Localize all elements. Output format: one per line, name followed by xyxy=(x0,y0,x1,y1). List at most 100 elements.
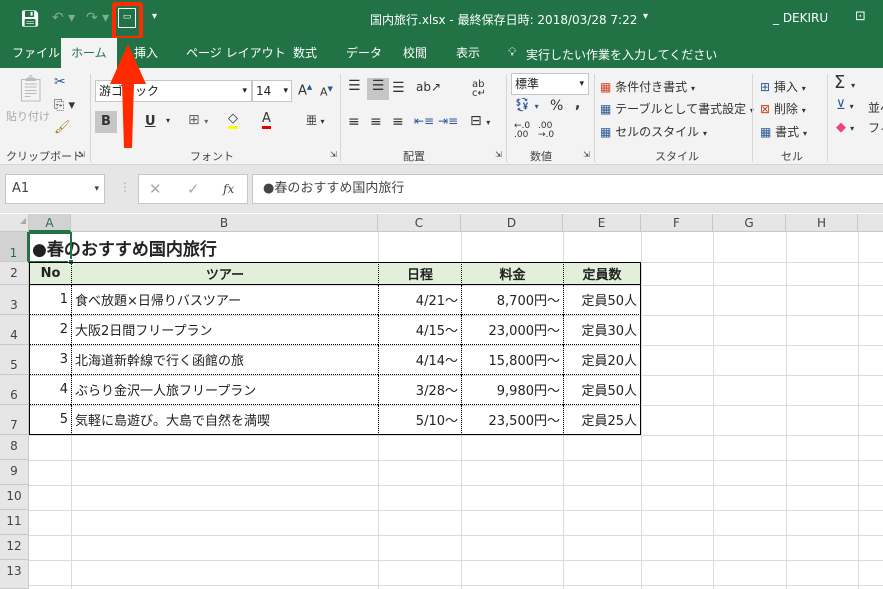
row-header-11[interactable]: 11 xyxy=(0,510,29,535)
column-header-a[interactable]: A xyxy=(29,214,71,232)
tab-data[interactable]: データ xyxy=(336,38,392,68)
tab-review[interactable]: 校閲 xyxy=(393,38,437,68)
paste-button[interactable]: 貼り付け xyxy=(6,108,50,124)
customize-qat-icon[interactable]: ▾ xyxy=(152,11,157,22)
table-cell[interactable]: 気軽に島遊び。大島で自然を満喫 xyxy=(71,405,378,435)
sort-filter-button[interactable]: 並べフィ xyxy=(868,98,883,138)
column-header-g[interactable]: G xyxy=(713,214,786,232)
column-header-next[interactable] xyxy=(858,214,883,232)
font-launcher-icon[interactable]: ⇲ xyxy=(330,150,337,159)
increase-indent-icon[interactable]: ⇥≡ xyxy=(438,114,458,128)
row-header-8[interactable]: 8 xyxy=(0,435,29,460)
row-header-1[interactable]: 1 xyxy=(0,232,29,262)
table-cell[interactable]: 定員50人 xyxy=(563,285,641,315)
tab-formulas[interactable]: 数式 xyxy=(283,38,327,68)
number-format-select[interactable]: 標準 ▾ xyxy=(511,73,589,95)
cut-icon[interactable]: ✂ xyxy=(54,74,66,90)
table-cell[interactable]: 9,980円～ xyxy=(461,375,563,405)
tab-view[interactable]: 表示 xyxy=(446,38,490,68)
copy-icon[interactable]: ⎘ ▾ xyxy=(54,98,75,113)
align-left-icon[interactable]: ≡ xyxy=(348,114,360,130)
underline-dropdown-icon[interactable]: ▾ xyxy=(166,116,170,125)
fill-color-icon[interactable]: ◇ xyxy=(228,111,238,129)
top-align-icon[interactable]: ☰ xyxy=(348,78,361,94)
save-icon[interactable]: 💾︎ xyxy=(20,9,40,28)
table-cell[interactable]: 定員25人 xyxy=(563,405,641,435)
decrease-decimal-icon[interactable]: .00 →.0 xyxy=(538,122,554,140)
number-launcher-icon[interactable]: ⇲ xyxy=(583,150,590,159)
table-cell[interactable]: 5/10～ xyxy=(378,405,461,435)
table-header-cell[interactable]: ツアー xyxy=(71,262,378,285)
table-cell[interactable]: 4/14～ xyxy=(378,345,461,375)
align-right-icon[interactable]: ≡ xyxy=(392,114,404,130)
table-cell[interactable]: 8,700円～ xyxy=(461,285,563,315)
column-header-c[interactable]: C xyxy=(378,214,461,232)
format-cells-button[interactable]: ▦ 書式 ▾ xyxy=(760,123,807,140)
increase-font-icon[interactable]: A▲ xyxy=(298,83,312,98)
insert-function-icon[interactable]: fx xyxy=(223,175,234,203)
percent-button[interactable]: % xyxy=(550,98,563,114)
table-cell[interactable]: 1 xyxy=(29,285,71,315)
format-painter-icon[interactable]: 🖌︎ xyxy=(54,120,71,135)
table-cell[interactable]: ぶらり金沢一人旅フリープラン xyxy=(71,375,378,405)
alignment-launcher-icon[interactable]: ⇲ xyxy=(495,150,502,159)
table-cell[interactable]: 定員30人 xyxy=(563,315,641,345)
table-cell[interactable]: 4/15～ xyxy=(378,315,461,345)
row-header-5[interactable]: 5 xyxy=(0,345,29,375)
row-header-13[interactable]: 13 xyxy=(0,560,29,589)
table-cell[interactable]: 2 xyxy=(29,315,71,345)
format-as-table-button[interactable]: ▦ テーブルとして書式設定 ▾ xyxy=(600,100,754,117)
table-cell[interactable]: 23,500円～ xyxy=(461,405,563,435)
active-cell-cursor[interactable] xyxy=(28,232,72,263)
name-box[interactable]: A1 ▾ xyxy=(5,174,105,204)
table-cell[interactable]: 5 xyxy=(29,405,71,435)
redo-icon[interactable]: ↷ ▾ xyxy=(86,10,109,26)
comma-button[interactable]: , xyxy=(575,96,580,112)
table-cell[interactable]: 3/28～ xyxy=(378,375,461,405)
merge-center-icon[interactable]: ⊟ ▾ xyxy=(470,113,490,129)
bottom-align-icon[interactable]: ☰ xyxy=(392,80,405,96)
table-header-cell[interactable]: 日程 xyxy=(378,262,461,285)
row-header-2[interactable]: 2 xyxy=(0,262,29,285)
formula-bar-grip-icon[interactable]: ⋮ xyxy=(119,180,131,194)
table-cell[interactable]: 定員20人 xyxy=(563,345,641,375)
cell-styles-button[interactable]: ▦ セルのスタイル ▾ xyxy=(600,123,707,140)
table-cell[interactable]: 23,000円～ xyxy=(461,315,563,345)
currency-icon[interactable]: 💱︎ ▾ xyxy=(514,98,539,113)
autosum-icon[interactable]: Σ ▾ xyxy=(834,72,855,93)
clipboard-launcher-icon[interactable]: ⇲ xyxy=(78,150,85,159)
borders-icon[interactable]: ⊞ ▾ xyxy=(188,112,208,128)
table-cell[interactable]: 食べ放題×日帰りバスツアー xyxy=(71,285,378,315)
row-header-12[interactable]: 12 xyxy=(0,535,29,560)
column-header-e[interactable]: E xyxy=(563,214,641,232)
align-center-icon[interactable]: ≡ xyxy=(370,114,382,130)
orientation-icon[interactable]: ab↗ xyxy=(416,80,441,94)
column-header-b[interactable]: B xyxy=(71,214,378,232)
row-header-4[interactable]: 4 xyxy=(0,315,29,345)
wrap-text-icon[interactable]: ab c↵ xyxy=(472,80,486,99)
decrease-indent-icon[interactable]: ⇤≡ xyxy=(414,114,434,128)
column-header-d[interactable]: D xyxy=(461,214,563,232)
row-header-7[interactable]: 7 xyxy=(0,405,29,435)
table-cell[interactable]: 大阪2日間フリープラン xyxy=(71,315,378,345)
tab-page-layout[interactable]: ページ レイアウト xyxy=(176,38,296,68)
increase-decimal-icon[interactable]: ←.0.00 xyxy=(514,122,530,140)
table-cell[interactable]: 4/21～ xyxy=(378,285,461,315)
font-size-select[interactable]: 14 ▾ xyxy=(252,80,292,102)
row-header-10[interactable]: 10 xyxy=(0,485,29,510)
enter-icon[interactable]: ✓ xyxy=(187,175,200,203)
column-header-f[interactable]: F xyxy=(641,214,713,232)
column-header-h[interactable]: H xyxy=(786,214,858,232)
tab-file[interactable]: ファイル xyxy=(2,38,70,68)
table-cell[interactable]: 15,800円～ xyxy=(461,345,563,375)
table-header-cell[interactable]: 料金 xyxy=(461,262,563,285)
undo-icon[interactable]: ↶ ▾ xyxy=(52,10,75,26)
table-header-cell[interactable]: No xyxy=(29,262,71,285)
clear-icon[interactable]: ◆ ▾ xyxy=(836,120,854,135)
cancel-icon[interactable]: ✕ xyxy=(149,175,162,203)
table-header-cell[interactable]: 定員数 xyxy=(563,262,641,285)
tell-me-input[interactable]: 実行したい作業を入力してください xyxy=(526,46,717,63)
delete-cells-button[interactable]: ⊠ 削除 ▾ xyxy=(760,100,806,117)
table-cell[interactable]: 4 xyxy=(29,375,71,405)
user-name[interactable]: _ DEKIRU xyxy=(773,11,828,25)
